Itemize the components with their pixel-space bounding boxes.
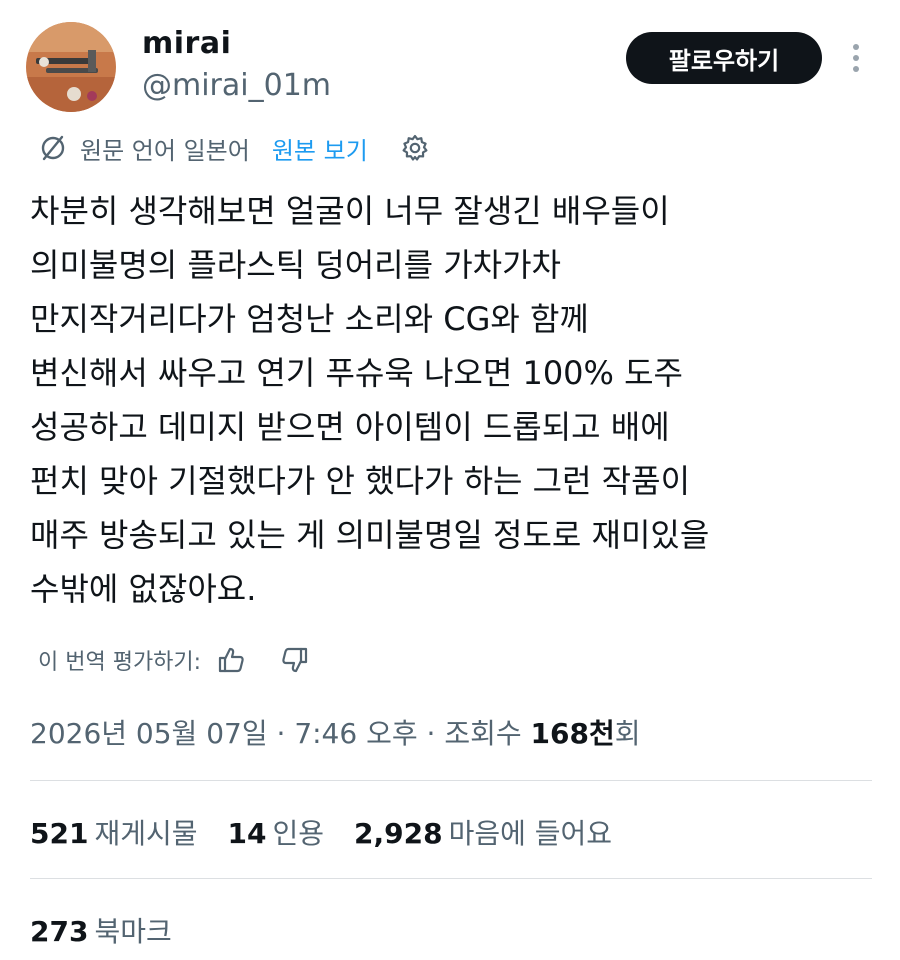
tweet-text-line: 매주 방송되고 있는 게 의미불명일 정도로 재미있을 xyxy=(30,516,710,554)
likes-count: 2,928 xyxy=(354,817,443,850)
view-original-link[interactable]: 원본 보기 xyxy=(272,131,368,166)
avatar-image xyxy=(26,22,116,112)
follow-button[interactable]: 팔로우하기 xyxy=(626,32,822,84)
tweet-text-line: 의미불명의 플라스틱 덩어리를 가차가차 xyxy=(30,246,561,284)
translation-settings-button[interactable] xyxy=(400,133,430,163)
retweets-count: 521 xyxy=(30,817,89,850)
tweet-text-line: 수밖에 없잖아요. xyxy=(30,570,257,608)
tweet-metadata: 2026년 05월 07일 · 7:46 오후 · 조회수 168천회 xyxy=(30,712,641,752)
tweet-text-line: 만지작거리다가 엄청난 소리와 CG와 함께 xyxy=(30,300,589,338)
author-handle[interactable]: @mirai_01m xyxy=(142,68,331,103)
thumbs-up-button[interactable] xyxy=(217,646,245,674)
views-label: 조회수 xyxy=(444,717,522,750)
separator: · xyxy=(417,717,445,750)
gear-icon xyxy=(402,134,428,161)
bookmarks-count: 273 xyxy=(30,915,89,948)
tweet-text-line: 성공하고 데미지 받으면 아이템이 드롭되고 배에 xyxy=(30,408,670,446)
quotes-stat[interactable]: 14 인용 xyxy=(228,812,325,852)
retweets-label: 재게시물 xyxy=(94,817,198,850)
views-suffix: 회 xyxy=(614,717,641,750)
separator: · xyxy=(267,717,295,750)
thumbs-down-icon xyxy=(282,647,308,673)
rate-translation-label: 이 번역 평가하기: xyxy=(38,650,202,675)
tweet-header: mirai @mirai_01m 팔로우하기 xyxy=(26,18,876,118)
tweet-date[interactable]: 2026년 05월 07일 xyxy=(30,717,268,750)
bookmarks-stat[interactable]: 273 북마크 xyxy=(30,910,202,950)
engagement-stats: 521 재게시물 14 인용 2,928 마음에 들어요 xyxy=(30,812,642,852)
tweet-text: 차분히 생각해보면 얼굴이 너무 잘생긴 배우들이 의미불명의 플라스틱 덩어리… xyxy=(30,184,880,616)
tweet-text-line: 차분히 생각해보면 얼굴이 너무 잘생긴 배우들이 xyxy=(30,192,670,230)
source-language: 원문 언어 일본어 xyxy=(80,136,250,165)
translate-icon xyxy=(38,133,68,163)
thumbs-up-icon xyxy=(218,647,244,673)
more-vertical-icon xyxy=(853,44,859,72)
author-name[interactable]: mirai xyxy=(142,26,231,61)
retweets-stat[interactable]: 521 재게시물 xyxy=(30,812,198,852)
translation-bar: 원문 언어 일본어 원본 보기 xyxy=(38,128,430,168)
divider xyxy=(30,878,872,879)
likes-label: 마음에 들어요 xyxy=(448,817,613,850)
bookmarks-label: 북마크 xyxy=(94,915,172,948)
rate-translation-row: 이 번역 평가하기: xyxy=(38,640,309,680)
likes-stat[interactable]: 2,928 마음에 들어요 xyxy=(354,812,612,852)
quotes-count: 14 xyxy=(227,817,267,850)
avatar[interactable] xyxy=(26,22,116,112)
views-count: 168천 xyxy=(530,717,615,750)
thumbs-down-button[interactable] xyxy=(281,646,309,674)
tweet-text-line: 변신해서 싸우고 연기 푸슈욱 나오면 100% 도주 xyxy=(30,354,683,392)
more-options-button[interactable] xyxy=(844,40,868,76)
divider xyxy=(30,780,872,781)
tweet-text-line: 펀치 맞아 기절했다가 안 했다가 하는 그런 작품이 xyxy=(30,462,691,500)
quotes-label: 인용 xyxy=(272,817,324,850)
tweet-time[interactable]: 7:46 오후 xyxy=(294,717,417,750)
